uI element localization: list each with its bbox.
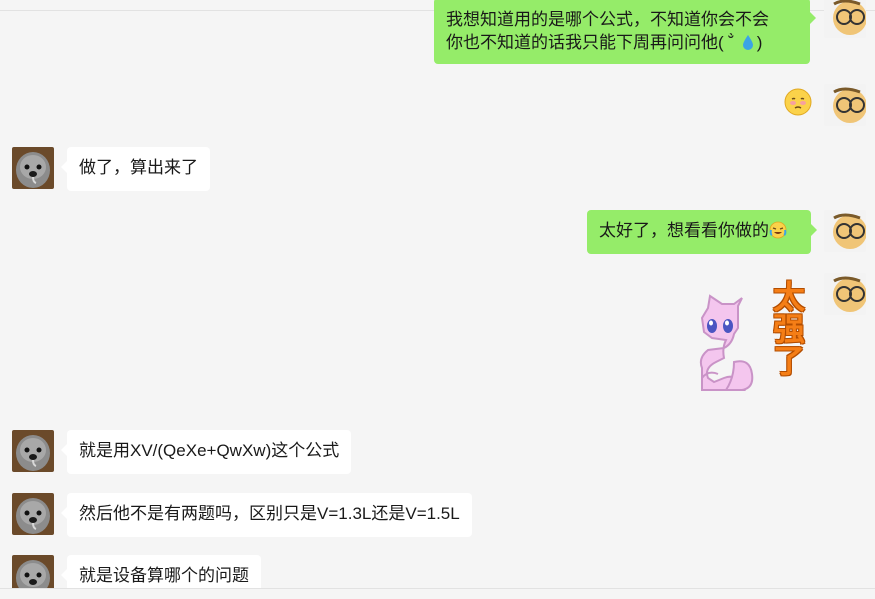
bottom-divider [0,588,875,599]
chat-window: 我想知道用的是哪个公式，不知道你会不会 你也不知道的话我只能下周再问问他( ˘̀… [0,0,875,599]
sticker-message[interactable]: 太强了 [694,278,810,392]
contact-avatar[interactable] [12,493,54,535]
message-bubble-outgoing[interactable]: 太好了，想看看你做的 [587,210,817,254]
message-bubble-incoming[interactable]: 做了，算出来了 [61,147,210,191]
message-bubble-incoming[interactable]: 就是用XV/(QeXe+QwXw)这个公式 [60,430,352,474]
contact-avatar[interactable] [12,147,54,189]
laughing-tears-icon [769,221,787,239]
my-avatar[interactable] [824,0,866,38]
my-avatar[interactable] [824,273,866,315]
sticker-text: 太强了 [768,280,806,376]
message-text: 就是设备算哪个的问题 [79,566,249,585]
message-text: 做了，算出来了 [79,158,198,177]
message-text: 然后他不是有两题吗，区别只是V=1.3L还是V=1.5L [79,504,460,523]
sweat-drop-icon [739,33,757,51]
my-avatar[interactable] [824,210,866,252]
bashful-face-icon [784,88,812,116]
message-text: 就是用XV/(QeXe+QwXw)这个公式 [79,441,340,460]
my-avatar[interactable] [824,84,866,126]
message-bubble-incoming[interactable]: 然后他不是有两题吗，区别只是V=1.3L还是V=1.5L [61,493,472,537]
message-line: 你也不知道的话我只能下周再问问他( ˘̀ ) [446,33,763,52]
emoji-message[interactable] [783,87,813,117]
message-line: 我想知道用的是哪个公式，不知道你会不会 [446,10,769,29]
contact-avatar[interactable] [12,430,54,472]
message-text: 太好了，想看看你做的 [599,221,769,240]
message-bubble-outgoing[interactable]: 我想知道用的是哪个公式，不知道你会不会 你也不知道的话我只能下周再问问他( ˘̀… [434,0,816,64]
